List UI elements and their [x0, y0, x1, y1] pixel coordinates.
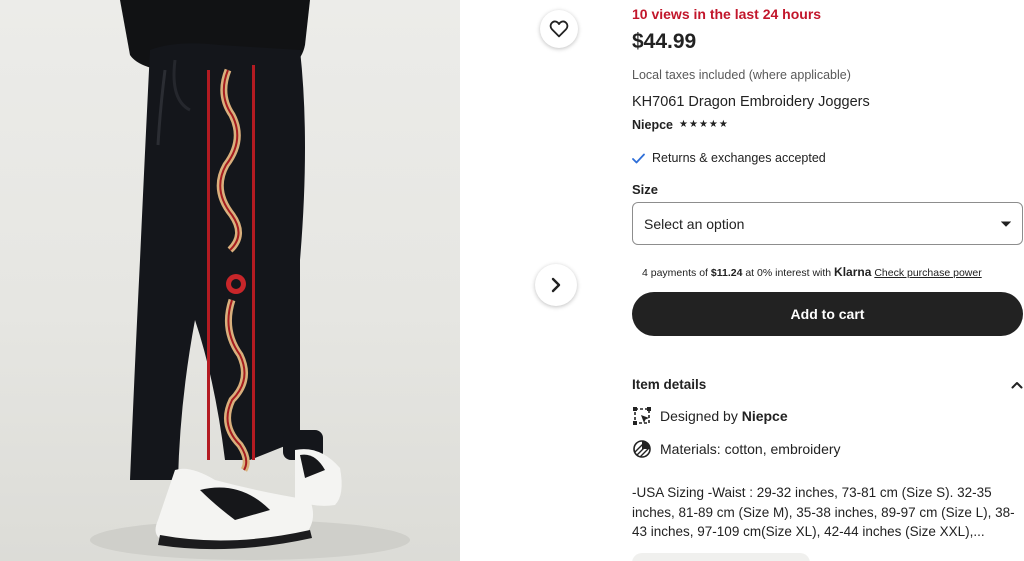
size-select[interactable]: Select an option [632, 202, 1023, 245]
tax-note: Local taxes included (where applicable) [632, 68, 851, 82]
check-purchase-power-link[interactable]: Check purchase power [874, 267, 981, 279]
size-select-value: Select an option [644, 215, 745, 232]
star-icon: ★ [688, 119, 698, 130]
shop-row: Niepce ★ ★ ★ ★ ★ [632, 118, 728, 132]
listing-title: KH7061 Dragon Embroidery Joggers [632, 94, 870, 110]
shop-name-link[interactable]: Niepce [632, 118, 673, 132]
fabric-icon [633, 440, 651, 458]
check-icon [632, 153, 645, 163]
views-notice: 10 views in the last 24 hours [632, 6, 822, 22]
klarna-amount: $11.24 [710, 267, 743, 279]
joggers-photo [90, 0, 410, 560]
add-to-cart-button[interactable]: Add to cart [632, 292, 1023, 336]
star-icon: ★ [708, 119, 718, 130]
chevron-up-icon [1011, 381, 1023, 388]
favorite-button[interactable] [540, 10, 578, 48]
klarna-prefix: 4 payments of [642, 267, 711, 279]
price: $44.99 [632, 30, 697, 53]
designed-by-row: Designed by Niepce [632, 406, 788, 426]
returns-policy: Returns & exchanges accepted [632, 151, 826, 165]
returns-text: Returns & exchanges accepted [652, 151, 826, 165]
design-tool-icon [633, 407, 651, 425]
product-image[interactable] [0, 0, 460, 561]
next-image-button[interactable] [535, 264, 577, 306]
heart-outline-icon [549, 20, 569, 38]
designer-name: Niepce [741, 408, 788, 424]
star-icon: ★ [718, 119, 728, 130]
designed-by-prefix: Designed by [660, 408, 742, 424]
item-details-toggle[interactable]: Item details [632, 377, 1023, 392]
klarna-middle: at 0% interest with [742, 267, 835, 279]
materials-text: Materials: cotton, embroidery [660, 441, 841, 457]
item-description: -USA Sizing -Waist : 29-32 inches, 73-81… [632, 485, 1015, 539]
learn-more-button[interactable] [632, 553, 810, 561]
star-icon: ★ [698, 119, 708, 130]
item-details-heading: Item details [632, 377, 707, 392]
size-label: Size [632, 182, 659, 197]
klarna-brand: Klarna [834, 265, 872, 279]
caret-down-icon [1001, 221, 1011, 227]
materials-row: Materials: cotton, embroidery [632, 439, 841, 459]
designed-by-text: Designed by Niepce [660, 408, 788, 424]
chevron-right-icon [551, 277, 561, 293]
klarna-installments: 4 payments of $11.24 at 0% interest with… [642, 265, 982, 279]
rating-stars: ★ ★ ★ ★ ★ [679, 120, 728, 130]
star-icon: ★ [679, 119, 688, 130]
